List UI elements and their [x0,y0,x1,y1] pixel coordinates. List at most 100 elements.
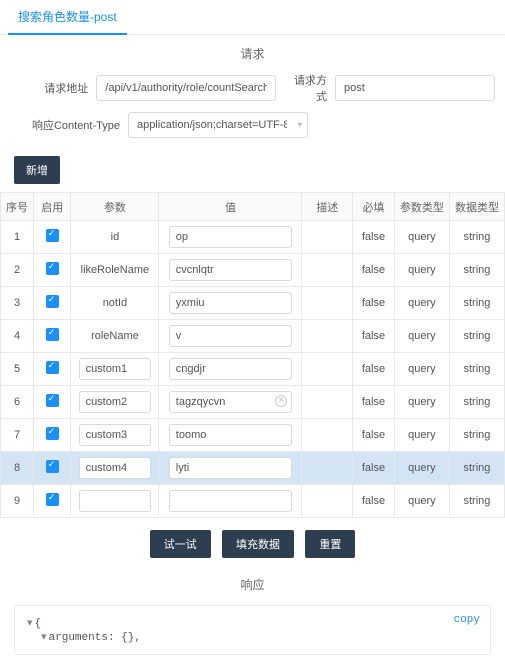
cell-ptype: query [394,287,449,320]
url-row: 请求地址 请求方式 [0,68,505,108]
clear-icon[interactable]: × [275,395,287,407]
table-row: 5falsequerystring [1,353,505,386]
table-row: 3notIdfalsequerystring [1,287,505,320]
reset-button[interactable]: 重置 [305,530,355,558]
cell-enable [34,287,71,320]
table-row: 9falsequerystring [1,485,505,518]
value-input[interactable] [169,226,292,248]
cell-required: false [353,419,395,452]
cell-enable [34,452,71,485]
value-input[interactable] [169,391,292,413]
fill-button[interactable]: 填充数据 [222,530,294,558]
table-row: 7falsequerystring [1,419,505,452]
param-input[interactable] [79,490,152,512]
cell-value [159,320,302,353]
cell-ptype: query [394,254,449,287]
cell-enable [34,386,71,419]
enable-checkbox[interactable] [46,262,59,275]
table-row: 6 × falsequerystring [1,386,505,419]
cell-dtype: string [449,320,504,353]
cell-ptype: query [394,221,449,254]
cell-enable [34,485,71,518]
tab-active[interactable]: 搜索角色数量-post [8,0,127,35]
try-button[interactable]: 试一试 [150,530,211,558]
enable-checkbox[interactable] [46,361,59,374]
table-row: 4roleNamefalsequerystring [1,320,505,353]
table-header-row: 序号 启用 参数 值 描述 必填 参数类型 数据类型 [1,193,505,221]
cell-dtype: string [449,221,504,254]
response-section-title: 响应 [0,566,505,599]
value-input[interactable] [169,457,292,479]
url-label: 请求地址 [10,80,88,96]
cell-param: likeRoleName [71,254,159,287]
enable-checkbox[interactable] [46,229,59,242]
param-input[interactable] [79,424,152,446]
param-text: id [111,231,120,243]
cell-dtype: string [449,485,504,518]
cell-required: false [353,254,395,287]
cell-required: false [353,287,395,320]
cell-idx: 7 [1,419,34,452]
cell-ptype: query [394,386,449,419]
add-button[interactable]: 新增 [14,156,60,184]
enable-checkbox[interactable] [46,493,59,506]
param-input[interactable] [79,457,152,479]
cell-value [159,353,302,386]
table-row: 8falsequerystring [1,452,505,485]
value-input[interactable] [169,292,292,314]
params-table: 序号 启用 参数 值 描述 必填 参数类型 数据类型 1idfalsequery… [0,192,505,518]
cell-dtype: string [449,386,504,419]
enable-checkbox[interactable] [46,427,59,440]
param-input[interactable] [79,358,152,380]
param-input[interactable] [79,391,152,413]
enable-checkbox[interactable] [46,328,59,341]
content-type-select[interactable] [128,112,308,138]
url-input[interactable] [96,75,276,101]
cell-param [71,353,159,386]
cell-desc [302,221,353,254]
cell-idx: 5 [1,353,34,386]
cell-param: id [71,221,159,254]
cell-desc [302,419,353,452]
cell-required: false [353,320,395,353]
method-input[interactable] [335,75,495,101]
th-required: 必填 [353,193,395,221]
cell-enable [34,254,71,287]
cell-dtype: string [449,254,504,287]
th-enable: 启用 [34,193,71,221]
value-input[interactable] [169,424,292,446]
cell-idx: 9 [1,485,34,518]
cell-idx: 3 [1,287,34,320]
cell-idx: 6 [1,386,34,419]
cell-value [159,287,302,320]
collapse-icon[interactable]: ▾ [41,632,47,644]
value-input[interactable] [169,490,292,512]
cell-param: roleName [71,320,159,353]
table-row: 2likeRoleNamefalsequerystring [1,254,505,287]
cell-enable [34,419,71,452]
collapse-icon[interactable]: ▾ [27,618,33,630]
enable-checkbox[interactable] [46,394,59,407]
cell-idx: 4 [1,320,34,353]
value-input[interactable] [169,259,292,281]
cell-param [71,419,159,452]
cell-required: false [353,386,395,419]
response-line-0: ▾{ [27,616,478,630]
value-input[interactable] [169,358,292,380]
enable-checkbox[interactable] [46,295,59,308]
copy-link[interactable]: copy [454,614,480,626]
cell-dtype: string [449,419,504,452]
th-param: 参数 [71,193,159,221]
response-box: copy ▾{ ▾arguments: {}, [14,605,491,655]
cell-value [159,221,302,254]
cell-param [71,485,159,518]
cell-desc [302,386,353,419]
th-desc: 描述 [302,193,353,221]
cell-desc [302,287,353,320]
param-text: likeRoleName [81,264,149,276]
request-section-title: 请求 [0,35,505,68]
enable-checkbox[interactable] [46,460,59,473]
cell-ptype: query [394,452,449,485]
value-input[interactable] [169,325,292,347]
cell-dtype: string [449,452,504,485]
